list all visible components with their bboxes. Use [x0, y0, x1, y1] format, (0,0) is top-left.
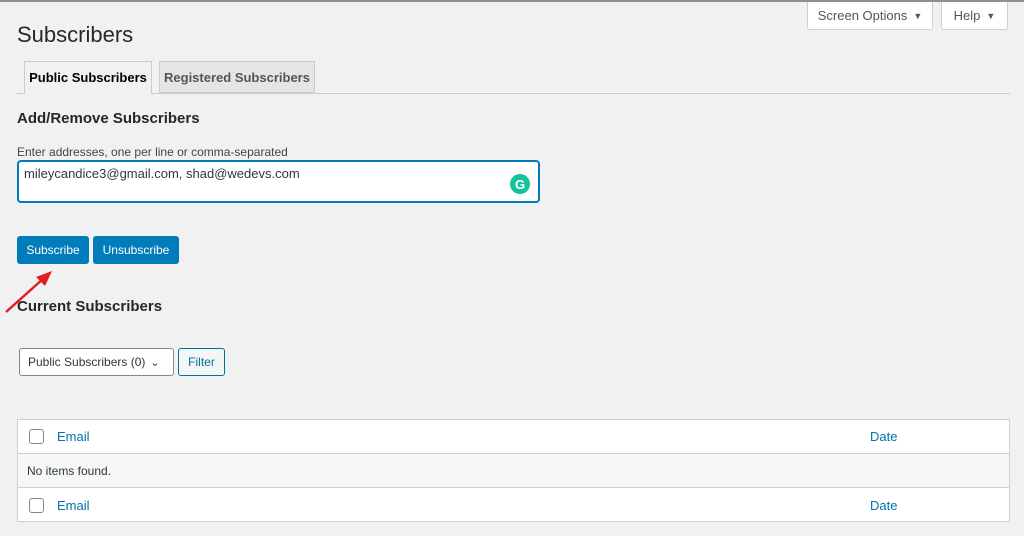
addresses-label: Enter addresses, one per line or comma-s…: [17, 145, 288, 159]
addresses-value: mileycandice3@gmail.com, shad@wedevs.com: [24, 166, 300, 181]
screen-options-button[interactable]: Screen Options ▼: [807, 2, 933, 30]
email-column-header[interactable]: Email: [57, 429, 90, 444]
filter-button[interactable]: Filter: [178, 348, 225, 376]
date-column-header[interactable]: Date: [870, 429, 897, 444]
subscribe-button[interactable]: Subscribe: [17, 236, 89, 264]
page-title: Subscribers: [17, 22, 134, 47]
screen-options-label: Screen Options: [817, 8, 908, 23]
subscribers-table: Email Date No items found. Email Date: [17, 419, 1010, 522]
grammarly-icon[interactable]: G: [510, 174, 530, 194]
select-all-checkbox-footer[interactable]: [29, 497, 44, 513]
date-column-footer[interactable]: Date: [870, 498, 897, 513]
tab-divider: [17, 93, 1010, 94]
help-button[interactable]: Help ▼: [941, 2, 1008, 30]
table-header-row: Email Date: [18, 420, 1009, 454]
subscriber-type-select[interactable]: Public Subscribers (0) ⌄: [19, 348, 174, 376]
addresses-textarea[interactable]: mileycandice3@gmail.com, shad@wedevs.com…: [17, 160, 540, 203]
select-all-checkbox[interactable]: [29, 429, 44, 444]
unsubscribe-button[interactable]: Unsubscribe: [93, 236, 179, 264]
table-footer-row: Email Date: [18, 488, 1009, 522]
tab-registered-subscribers[interactable]: Registered Subscribers: [159, 61, 315, 93]
empty-row: No items found.: [18, 454, 1009, 488]
select-value: Public Subscribers (0): [28, 355, 146, 369]
chevron-down-icon: ⌄: [150, 356, 160, 369]
current-subscribers-heading: Current Subscribers: [17, 298, 163, 315]
caret-down-icon: ▼: [913, 10, 923, 21]
add-remove-heading: Add/Remove Subscribers: [17, 110, 200, 127]
help-label: Help: [953, 8, 981, 23]
caret-down-icon: ▼: [986, 10, 996, 21]
email-column-footer[interactable]: Email: [57, 498, 90, 513]
tab-public-subscribers[interactable]: Public Subscribers: [24, 61, 152, 94]
no-items-text: No items found.: [27, 463, 112, 478]
